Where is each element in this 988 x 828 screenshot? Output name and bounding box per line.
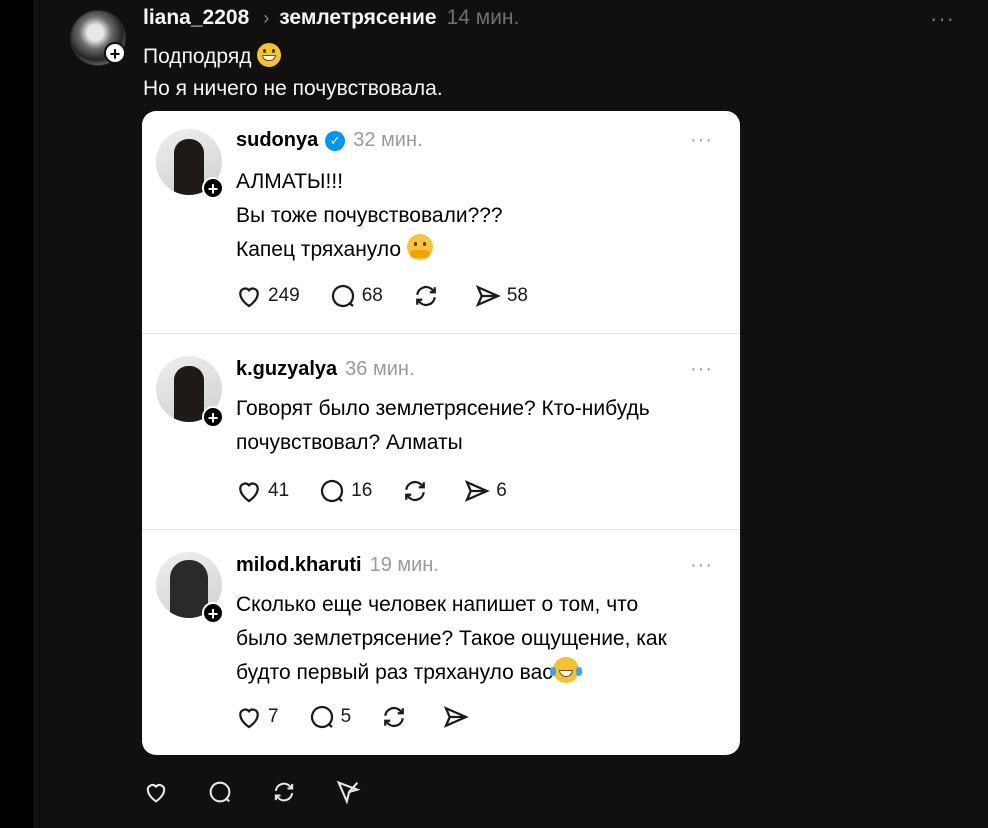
verified-icon: ✓: [325, 130, 346, 151]
more-options-icon[interactable]: ···: [690, 129, 713, 152]
share-icon[interactable]: [334, 778, 362, 806]
reply-line: Вы тоже почувствовали???: [236, 204, 503, 227]
like-count: 249: [268, 285, 300, 306]
like-button[interactable]: 249: [234, 281, 300, 311]
reply-line: АЛМАТЫ!!!: [236, 170, 344, 193]
comment-icon: [321, 479, 344, 503]
post-actions: [142, 778, 398, 806]
grinning-face-icon: [257, 43, 282, 67]
reply-username[interactable]: k.guzyalya: [236, 358, 337, 381]
share-button[interactable]: [441, 702, 475, 732]
author-username[interactable]: liana_2208: [143, 6, 249, 30]
reply-actions: 7 5: [234, 702, 503, 732]
reply-username[interactable]: milod.kharuti: [236, 554, 362, 577]
reply-body: АЛМАТЫ!!! Вы тоже почувствовали??? Капец…: [236, 165, 726, 267]
comment-button[interactable]: 16: [317, 476, 372, 506]
reply-line: было землетрясение? Такое ощущение, как: [236, 627, 667, 650]
reply-username[interactable]: sudonya: [236, 129, 318, 152]
share-icon: [444, 706, 469, 728]
reply-time: 32 мин.: [353, 129, 423, 151]
like-button[interactable]: 7: [234, 702, 279, 732]
share-icon: [475, 285, 501, 307]
hugging-face-icon: [407, 234, 434, 260]
share-count: 58: [506, 285, 528, 306]
share-count: 6: [496, 480, 507, 501]
reply-body: Говорят было землетрясение? Кто-нибудь п…: [236, 392, 726, 460]
repost-button[interactable]: [411, 281, 445, 311]
reply-item: + sudonya ✓ 32 мин. ··· АЛМАТЫ!!! Вы тож…: [142, 111, 740, 333]
follow-plus-icon[interactable]: +: [202, 177, 224, 199]
share-button[interactable]: 58: [473, 281, 528, 311]
more-options-icon[interactable]: ···: [930, 6, 955, 32]
comment-count: 68: [361, 285, 383, 306]
like-button[interactable]: 41: [234, 476, 289, 506]
follow-plus-icon[interactable]: +: [202, 406, 224, 428]
comment-icon: [331, 284, 354, 308]
follow-plus-icon[interactable]: +: [202, 602, 224, 624]
repost-icon: [384, 706, 405, 728]
heart-icon: [239, 708, 259, 729]
heart-icon: [239, 482, 259, 503]
topic-tag[interactable]: землетрясение: [279, 6, 436, 30]
heart-icon: [239, 287, 259, 308]
comment-button[interactable]: 5: [307, 702, 352, 732]
reply-time: 19 мин.: [369, 554, 439, 576]
share-button[interactable]: 6: [462, 476, 507, 506]
quoted-replies-card: + sudonya ✓ 32 мин. ··· АЛМАТЫ!!! Вы тож…: [142, 111, 740, 755]
follow-plus-icon[interactable]: +: [104, 42, 126, 64]
reply-line: Сколько еще человек напишет о том, что: [236, 593, 639, 616]
left-nav-strip: [0, 0, 35, 828]
reply-header: milod.kharuti 19 мин.: [236, 554, 439, 577]
reply-line: Говорят было землетрясение? Кто-нибудь: [236, 397, 650, 420]
comment-icon: [310, 705, 333, 729]
comment-button[interactable]: 68: [328, 281, 383, 311]
repost-button[interactable]: [400, 476, 434, 506]
reply-body: Сколько еще человек напишет о том, что б…: [236, 588, 726, 690]
chevron-right-icon: ›: [263, 7, 270, 28]
reply-line: почувствовал? Алматы: [236, 431, 463, 454]
repost-button[interactable]: [379, 702, 413, 732]
more-options-icon[interactable]: ···: [690, 358, 713, 381]
tears-of-joy-icon: [549, 657, 579, 683]
share-icon: [465, 480, 491, 502]
comment-icon[interactable]: [206, 778, 234, 806]
reply-header: k.guzyalya 36 мин.: [236, 358, 415, 381]
more-options-icon[interactable]: ···: [690, 554, 713, 577]
post-line-2: Но я ничего не почувствовала.: [143, 77, 443, 100]
reply-line: Капец тряхануло: [236, 238, 402, 261]
reply-time: 36 мин.: [345, 358, 415, 380]
like-count: 7: [268, 706, 279, 727]
post-body: Подподряд Но я ничего не почувствовала.: [143, 41, 443, 105]
repost-icon[interactable]: [270, 778, 298, 806]
reply-actions: 41 16 6: [234, 476, 535, 506]
post-line-1: Подподряд: [143, 45, 252, 68]
repost-icon: [405, 480, 426, 502]
reply-header: sudonya ✓ 32 мин.: [236, 129, 423, 152]
comment-count: 16: [351, 480, 373, 501]
reply-actions: 249 68 58: [234, 281, 556, 311]
reply-item: + k.guzyalya 36 мин. ··· Говорят было зе…: [142, 334, 740, 529]
post-time: 14 мин.: [446, 6, 520, 29]
like-count: 41: [268, 480, 290, 501]
heart-icon[interactable]: [142, 778, 170, 806]
post-header: liana_2208 › землетрясение 14 мин.: [143, 6, 519, 30]
reply-line: будто первый раз тряхануло вас: [236, 661, 553, 684]
repost-icon: [415, 285, 436, 307]
reply-item: + milod.kharuti 19 мин. ··· Сколько еще …: [142, 530, 740, 755]
comment-count: 5: [340, 706, 352, 727]
